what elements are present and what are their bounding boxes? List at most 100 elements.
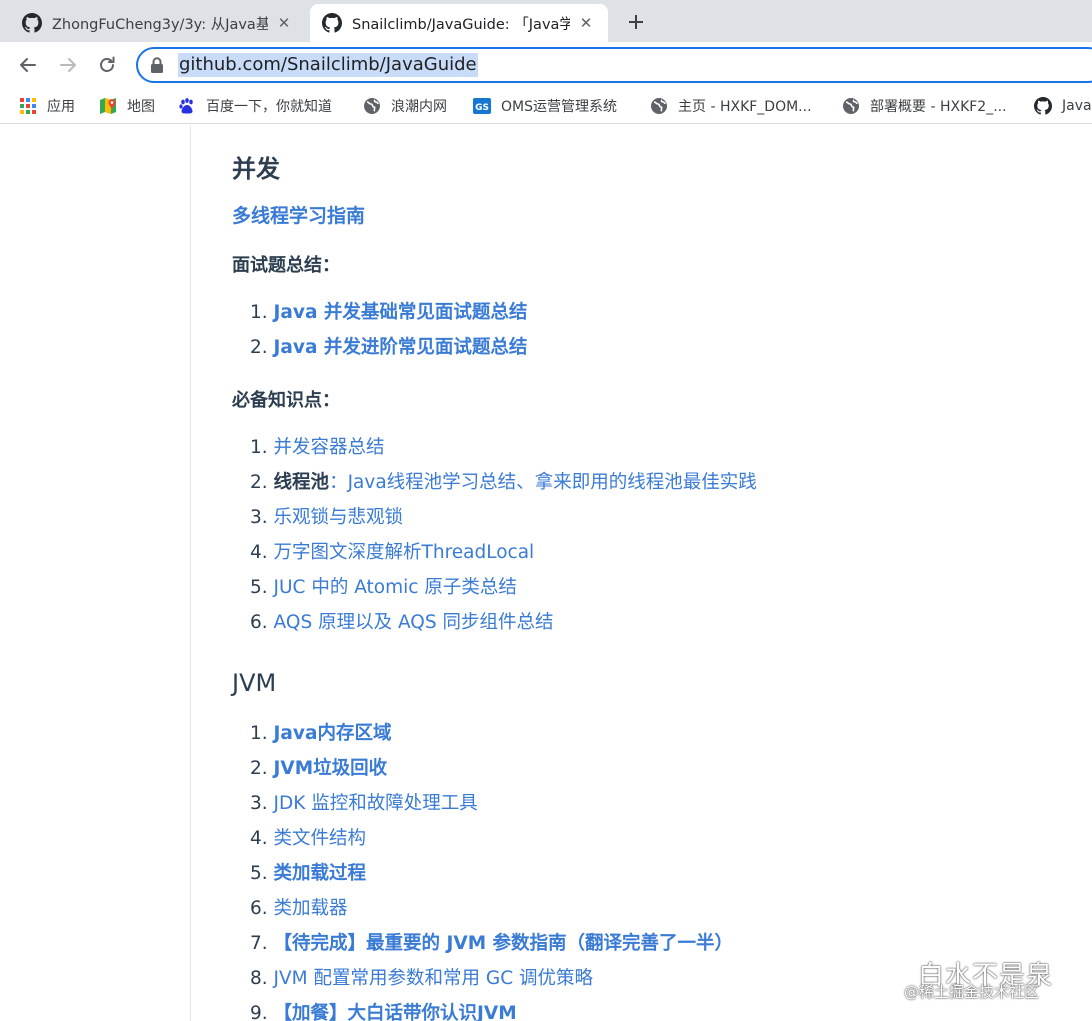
bookmark-maps[interactable]: 地图 bbox=[99, 94, 155, 118]
arrow-left-icon bbox=[20, 58, 36, 72]
page-viewport: 并发 多线程学习指南 面试题总结： 1. Java 并发基础常见面试题总结 2.… bbox=[0, 125, 1092, 1021]
list-item: 3. 乐观锁与悲观锁 bbox=[250, 500, 757, 535]
heading-essential-knowledge: 必备知识点： bbox=[232, 390, 340, 411]
list-item: 5. 类加载过程 bbox=[250, 856, 733, 891]
link-jvm-gc[interactable]: JVM垃圾回收 bbox=[274, 758, 388, 779]
item-number: 8. bbox=[250, 968, 268, 989]
link-concurrency-advanced-interview[interactable]: Java 并发进阶常见面试题总结 bbox=[274, 337, 528, 358]
list-item: 4. 万字图文深度解析ThreadLocal bbox=[250, 535, 757, 570]
link-jdk-tools[interactable]: JDK 监控和故障处理工具 bbox=[274, 793, 478, 814]
list-item: 1. 并发容器总结 bbox=[250, 430, 757, 465]
bookmark-label: 地图 bbox=[127, 99, 155, 115]
link-optimistic-pessimistic-lock[interactable]: 乐观锁与悲观锁 bbox=[274, 507, 404, 528]
list-item: 2. Java 并发进阶常见面试题总结 bbox=[250, 330, 527, 365]
watermark: 白水不是泉 @稀土掘金技术社区 bbox=[868, 955, 1092, 1021]
bookmark-label: 主页 - HXKF_DOM... bbox=[678, 99, 812, 115]
bookmark-label: OMS运营管理系统 bbox=[501, 99, 617, 115]
list-item: 6. 类加载器 bbox=[250, 891, 733, 926]
globe-icon bbox=[651, 98, 667, 114]
item-number: 5. bbox=[250, 577, 268, 598]
list-item: 9. 【加餐】大白话带你认识JVM bbox=[250, 996, 733, 1021]
close-icon[interactable]: ✕ bbox=[274, 13, 294, 33]
item-number: 6. bbox=[250, 612, 268, 633]
close-icon[interactable]: ✕ bbox=[576, 13, 596, 33]
tab-zhongfucheng[interactable]: ZhongFuCheng3y/3y: 从Java基 ✕ bbox=[10, 4, 306, 42]
bookmarks-bar: 应用 地图 百度一下，你就知道 浪潮内网 GS OMS运营管理系统 主页 - H… bbox=[0, 88, 1092, 124]
list-item: 3. JDK 监控和故障处理工具 bbox=[250, 786, 733, 821]
lock-icon[interactable] bbox=[150, 57, 164, 73]
bookmark-deployment[interactable]: 部署概要 - HXKF2_... bbox=[842, 94, 1007, 118]
bookmark-label: 浪潮内网 bbox=[391, 99, 447, 115]
link-class-file-structure[interactable]: 类文件结构 bbox=[274, 828, 367, 849]
link-jvm-plain-talk[interactable]: 【加餐】大白话带你认识JVM bbox=[274, 1003, 517, 1021]
tab-title: ZhongFuCheng3y/3y: 从Java基 bbox=[52, 16, 268, 33]
list-item: 8. JVM 配置常用参数和常用 GC 调优策略 bbox=[250, 961, 733, 996]
item-number: 2. bbox=[250, 758, 268, 779]
link-concurrent-containers[interactable]: 并发容器总结 bbox=[274, 437, 385, 458]
maps-icon bbox=[100, 98, 116, 114]
bookmark-oms[interactable]: GS OMS运营管理系统 bbox=[473, 94, 617, 118]
heading-jvm: JVM bbox=[232, 669, 277, 697]
tab-strip: ZhongFuCheng3y/3y: 从Java基 ✕ Snailclimb/J… bbox=[0, 0, 1092, 42]
item-number: 2. bbox=[250, 337, 268, 358]
link-aqs[interactable]: AQS 原理以及 AQS 同步组件总结 bbox=[274, 612, 554, 633]
back-button[interactable] bbox=[15, 52, 41, 78]
bookmark-label: Java bbox=[1062, 98, 1092, 114]
reload-icon bbox=[100, 56, 115, 72]
heading-interview-summary: 面试题总结： bbox=[232, 255, 340, 276]
new-tab-button[interactable] bbox=[622, 8, 650, 36]
tab-title: Snailclimb/JavaGuide: 「Java学 bbox=[352, 16, 570, 33]
bookmark-label: 部署概要 - HXKF2_... bbox=[870, 99, 1007, 115]
link-thread-pool-summary[interactable]: Java线程池学习总结 bbox=[348, 472, 517, 493]
list-item: 7. 【待完成】最重要的 JVM 参数指南（翻译完善了一半） bbox=[250, 926, 733, 961]
address-bar[interactable]: github.com/Snailclimb/JavaGuide bbox=[136, 47, 1092, 83]
item-number: 3. bbox=[250, 507, 268, 528]
reload-button[interactable] bbox=[94, 52, 120, 78]
link-thread-pool-best-practice[interactable]: 拿来即用的线程池最佳实践 bbox=[535, 472, 757, 493]
link-jvm-gc-tuning[interactable]: JVM 配置常用参数和常用 GC 调优策略 bbox=[274, 968, 593, 989]
item-number: 1. bbox=[250, 437, 268, 458]
bookmark-inspur-intranet[interactable]: 浪潮内网 bbox=[363, 94, 447, 118]
item-number: 3. bbox=[250, 793, 268, 814]
list-knowledge: 1. 并发容器总结 2. 线程池：Java线程池学习总结、拿来即用的线程池最佳实… bbox=[250, 430, 757, 640]
bookmark-baidu[interactable]: 百度一下，你就知道 bbox=[178, 94, 332, 118]
tab-javaguide[interactable]: Snailclimb/JavaGuide: 「Java学 ✕ bbox=[310, 4, 608, 42]
list-item: 1. Java内存区域 bbox=[250, 716, 733, 751]
link-threadlocal[interactable]: 万字图文深度解析ThreadLocal bbox=[274, 542, 535, 563]
link-class-loader[interactable]: 类加载器 bbox=[274, 898, 348, 919]
link-concurrency-basics-interview[interactable]: Java 并发基础常见面试题总结 bbox=[274, 302, 528, 323]
list-item: 1. Java 并发基础常见面试题总结 bbox=[250, 295, 527, 330]
forward-button[interactable] bbox=[55, 52, 81, 78]
label-thread-pool: 线程池 bbox=[273, 472, 330, 493]
github-icon bbox=[22, 13, 42, 33]
link-juc-atomic[interactable]: JUC 中的 Atomic 原子类总结 bbox=[274, 577, 517, 598]
list-interview: 1. Java 并发基础常见面试题总结 2. Java 并发进阶常见面试题总结 bbox=[250, 295, 527, 365]
item-number: 1. bbox=[250, 723, 268, 744]
item-number: 7. bbox=[250, 933, 268, 954]
plus-icon bbox=[629, 15, 643, 29]
list-item: 2. 线程池：Java线程池学习总结、拿来即用的线程池最佳实践 bbox=[250, 465, 757, 500]
bookmark-java[interactable]: Java bbox=[1034, 94, 1092, 118]
arrow-right-icon bbox=[60, 58, 76, 72]
url-text[interactable]: github.com/Snailclimb/JavaGuide bbox=[178, 53, 478, 77]
link-java-memory-area[interactable]: Java内存区域 bbox=[274, 723, 392, 744]
bookmark-label: 应用 bbox=[47, 99, 75, 115]
item-number: 4. bbox=[250, 542, 268, 563]
link-class-loading-process[interactable]: 类加载过程 bbox=[274, 863, 367, 884]
item-number: 5. bbox=[250, 863, 268, 884]
globe-icon bbox=[843, 98, 859, 114]
item-number: 9. bbox=[250, 1003, 268, 1021]
list-item: 4. 类文件结构 bbox=[250, 821, 733, 856]
watermark-subtitle: @稀土掘金技术社区 bbox=[904, 983, 1040, 1001]
globe-icon bbox=[364, 98, 380, 114]
heading-concurrency: 并发 bbox=[232, 155, 280, 183]
list-item: 5. JUC 中的 Atomic 原子类总结 bbox=[250, 570, 757, 605]
link-multithreading-guide[interactable]: 多线程学习指南 bbox=[232, 201, 365, 228]
link-jvm-params-guide[interactable]: 【待完成】最重要的 JVM 参数指南（翻译完善了一半） bbox=[274, 933, 734, 954]
list-item: 6. AQS 原理以及 AQS 同步组件总结 bbox=[250, 605, 757, 640]
gs-logo-icon: GS bbox=[473, 98, 491, 114]
list-item: 2. JVM垃圾回收 bbox=[250, 751, 733, 786]
bookmark-apps[interactable]: 应用 bbox=[19, 94, 75, 118]
bookmark-homepage[interactable]: 主页 - HXKF_DOM... bbox=[650, 94, 812, 118]
bookmark-label: 百度一下，你就知道 bbox=[206, 99, 332, 115]
